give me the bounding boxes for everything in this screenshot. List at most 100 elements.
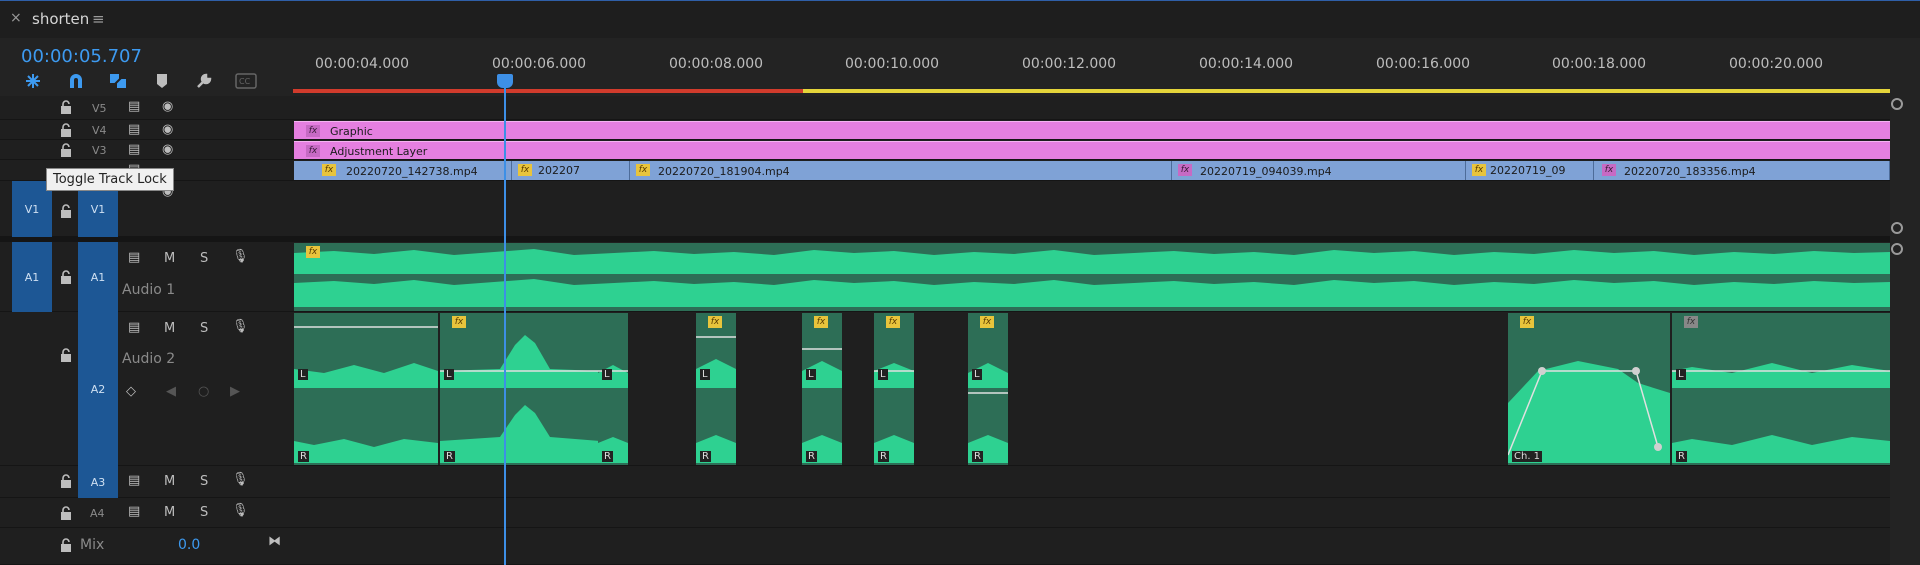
panel-tab-bar [0, 0, 1920, 38]
audio-clip[interactable]: fx L R [696, 313, 736, 465]
track-header-mix: Mix 0.0 ⧓ [0, 528, 292, 565]
track-lane-v3[interactable]: fx Adjustment Layer [292, 140, 1890, 160]
scroll-knob[interactable] [1891, 222, 1903, 234]
panel-menu-icon[interactable]: ≡ [92, 10, 105, 28]
mute-button[interactable]: M [164, 474, 175, 489]
eye-icon[interactable]: ◉ [162, 99, 173, 114]
channel-label: R [806, 451, 817, 462]
adjustment-layer-clip[interactable]: fx Adjustment Layer [294, 141, 1890, 159]
track-lane-mix[interactable] [292, 528, 1890, 565]
track-target-a1[interactable]: A1 [78, 242, 118, 312]
vertical-scrollbar[interactable] [1890, 96, 1920, 565]
solo-button[interactable]: S [200, 251, 208, 266]
audio-clip[interactable]: fx L R [968, 313, 1008, 465]
lock-icon[interactable] [60, 100, 72, 114]
lock-icon[interactable] [60, 506, 72, 520]
mute-button[interactable]: M [164, 251, 175, 266]
previous-keyframe-icon[interactable]: ◀ [166, 384, 176, 399]
lock-icon[interactable] [60, 348, 72, 362]
audio-clip[interactable]: L R [598, 313, 628, 465]
sync-lock-icon[interactable]: ▤ [128, 250, 140, 265]
track-lane-v5[interactable] [292, 96, 1890, 120]
time-ruler[interactable]: 00:00:04.000 00:00:06.000 00:00:08.000 0… [292, 38, 1920, 96]
track-target-a3[interactable]: A3 [78, 466, 118, 498]
sync-lock-icon[interactable]: ▤ [128, 99, 140, 114]
fx-badge: fx [814, 316, 828, 328]
scroll-knob[interactable] [1891, 243, 1903, 255]
sync-lock-icon[interactable]: ▤ [128, 504, 140, 519]
scroll-knob[interactable] [1891, 98, 1903, 110]
ruler-label: 00:00:18.000 [1552, 56, 1647, 72]
solo-button[interactable]: S [200, 321, 208, 336]
captions-icon[interactable]: CC [234, 70, 258, 92]
lock-icon[interactable] [60, 538, 72, 552]
microphone-icon[interactable]: 🎙 [232, 319, 249, 334]
linked-selection-icon[interactable] [106, 70, 130, 92]
lock-icon[interactable] [60, 270, 72, 284]
audio-clip[interactable]: L R [294, 313, 438, 465]
audio-clip[interactable]: fx L R [802, 313, 842, 465]
track-target-a2[interactable]: A2 [78, 312, 118, 466]
video-clip[interactable]: fx 20220720_142738.mp4 [294, 161, 512, 180]
source-patch-a1[interactable]: A1 [12, 242, 52, 312]
audio-clip[interactable]: fx L R [1672, 313, 1890, 465]
track-lane-a1[interactable]: fx [292, 242, 1890, 312]
track-lane-v1[interactable] [292, 181, 1890, 237]
microphone-icon[interactable]: 🎙 [232, 472, 249, 487]
solo-button[interactable]: S [200, 474, 208, 489]
sync-lock-icon[interactable]: ▤ [128, 142, 140, 157]
track-name[interactable]: Audio 2 [122, 351, 175, 367]
graphic-clip[interactable]: fx Graphic [294, 121, 1890, 139]
next-keyframe-icon[interactable]: ▶ [230, 384, 240, 399]
audio-clip[interactable]: fx L R [440, 313, 600, 465]
clip-label: 20220719_094039.mp4 [1200, 165, 1332, 178]
lock-icon[interactable] [60, 123, 72, 137]
lock-icon[interactable] [60, 474, 72, 488]
eye-icon[interactable]: ◉ [162, 122, 173, 137]
add-keyframe-icon[interactable]: ○ [198, 384, 209, 399]
video-clip[interactable]: fx 20220719_09 [1466, 161, 1594, 180]
sync-lock-icon[interactable]: ▤ [128, 122, 140, 137]
sync-lock-icon[interactable]: ▤ [128, 473, 140, 488]
sync-lock-icon[interactable]: ▤ [128, 320, 140, 335]
keyframe-toggle-icon[interactable]: ◇ [126, 384, 136, 399]
microphone-icon[interactable]: 🎙 [232, 503, 249, 518]
track-lane-a4[interactable] [292, 498, 1890, 528]
mute-button[interactable]: M [164, 321, 175, 336]
video-clip[interactable]: fx 20220720_181904.mp4 [630, 161, 1172, 180]
nest-toggle-icon[interactable] [21, 70, 45, 92]
fx-badge: fx [1684, 316, 1698, 328]
add-marker-icon[interactable] [150, 70, 174, 92]
playhead-handle[interactable] [497, 74, 513, 88]
go-to-in-out-icon[interactable]: ⧓ [268, 534, 281, 549]
audio-clip[interactable]: fx Ch. 1 [1508, 313, 1670, 465]
wrench-settings-icon[interactable] [192, 70, 216, 92]
solo-button[interactable]: S [200, 505, 208, 520]
sequence-tab-title[interactable]: shorten [32, 10, 89, 28]
fx-badge: fx [306, 145, 320, 157]
audio-clip[interactable]: fx L R [874, 313, 914, 465]
video-clip[interactable]: fx 202207 [512, 161, 630, 180]
track-lane-a2[interactable]: L R fx L R L R fx L R fx L R fx L R fx L… [292, 312, 1890, 466]
playhead-timecode[interactable]: 00:00:05.707 [21, 46, 142, 67]
clip-label: Adjustment Layer [330, 145, 428, 158]
track-name: V3 [92, 144, 107, 157]
playhead-line[interactable] [504, 80, 506, 565]
microphone-icon[interactable]: 🎙 [232, 249, 249, 264]
lock-icon[interactable] [60, 204, 72, 218]
snap-magnet-icon[interactable] [64, 70, 88, 92]
track-lane-v2[interactable]: fx 20220720_142738.mp4 fx 202207 fx 2022… [292, 160, 1890, 181]
mute-button[interactable]: M [164, 505, 175, 520]
eye-icon[interactable]: ◉ [162, 142, 173, 157]
ruler-label: 00:00:20.000 [1729, 56, 1824, 72]
mix-value[interactable]: 0.0 [178, 537, 200, 553]
video-clip[interactable]: fx 20220719_094039.mp4 [1172, 161, 1466, 180]
fx-badge: fx [518, 164, 532, 176]
track-name[interactable]: Audio 1 [122, 282, 175, 298]
close-tab-icon[interactable]: × [10, 10, 22, 26]
track-lane-v4[interactable]: fx Graphic [292, 120, 1890, 140]
lock-icon[interactable] [60, 143, 72, 157]
video-clip[interactable]: fx 20220720_183356.mp4 [1594, 161, 1890, 180]
audio-clip[interactable]: fx [294, 243, 1890, 311]
track-lane-a3[interactable] [292, 466, 1890, 498]
